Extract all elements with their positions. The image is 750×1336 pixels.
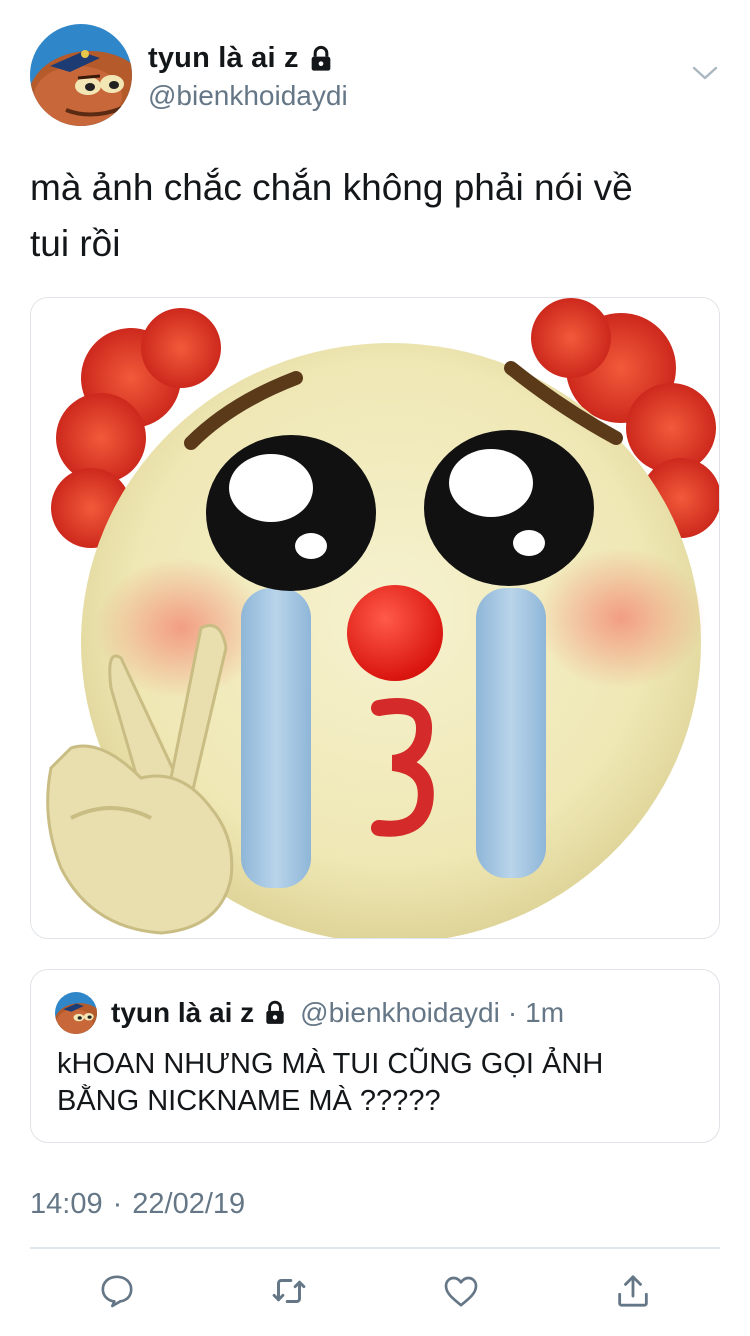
reply-icon xyxy=(101,1275,133,1308)
timestamp-separator: · xyxy=(112,1188,123,1220)
quoted-tweet[interactable]: tyun là ai z @bienkhoidaydi · 1m kHOAN N… xyxy=(30,969,720,1143)
crying-clown-emoji-icon xyxy=(31,298,719,938)
tweet-text-line: tui rồi xyxy=(30,223,121,264)
display-name[interactable]: tyun là ai z xyxy=(148,42,299,75)
tweet-text-line: mà ảnh chắc chắn không phải nói về xyxy=(30,167,633,208)
quoted-text-line: kHOAN NHƯNG MÀ TUI CŨNG GỌI ẢNH xyxy=(57,1048,604,1080)
like-button[interactable] xyxy=(436,1266,486,1316)
tweet-detail: tyun là ai z @bienkhoidaydi mà ảnh chắc … xyxy=(0,0,750,1336)
quoted-avatar xyxy=(55,992,97,1034)
tweet-text: mà ảnh chắc chắn không phải nói về tui r… xyxy=(30,160,720,272)
user-handle[interactable]: @bienkhoidaydi xyxy=(148,80,348,112)
action-bar xyxy=(30,1266,720,1316)
chevron-down-icon[interactable] xyxy=(690,58,720,88)
tweet-time: 14:09 xyxy=(30,1188,103,1220)
cartoon-fish-avatar-icon xyxy=(55,992,97,1034)
quoted-separator: · xyxy=(507,997,518,1028)
share-icon xyxy=(618,1275,648,1307)
tweet-media-image[interactable] xyxy=(30,297,720,939)
quoted-display-name: tyun là ai z xyxy=(111,997,255,1028)
retweet-icon xyxy=(272,1279,306,1303)
heart-icon xyxy=(444,1276,478,1307)
retweet-button[interactable] xyxy=(264,1266,314,1316)
lock-icon xyxy=(266,1000,284,1024)
quoted-text-line: BẰNG NICKNAME MÀ ????? xyxy=(57,1085,441,1117)
quoted-time: 1m xyxy=(525,997,565,1028)
quoted-handle: @bienkhoidaydi xyxy=(300,997,500,1028)
quoted-tweet-header: tyun là ai z @bienkhoidaydi · 1m xyxy=(55,992,564,1034)
name-row: tyun là ai z xyxy=(148,42,335,75)
share-button[interactable] xyxy=(608,1266,658,1316)
reply-button[interactable] xyxy=(92,1266,142,1316)
lock-icon xyxy=(311,45,331,71)
tweet-date: 22/02/19 xyxy=(132,1188,246,1220)
divider xyxy=(30,1247,720,1249)
quoted-text: kHOAN NHƯNG MÀ TUI CŨNG GỌI ẢNH BẰNG NIC… xyxy=(57,1046,697,1120)
cartoon-fish-avatar-icon xyxy=(30,24,132,126)
tweet-header: tyun là ai z @bienkhoidaydi xyxy=(30,24,720,128)
avatar[interactable] xyxy=(30,24,132,126)
tweet-timestamp: 14:09 · 22/02/19 xyxy=(30,1188,245,1221)
